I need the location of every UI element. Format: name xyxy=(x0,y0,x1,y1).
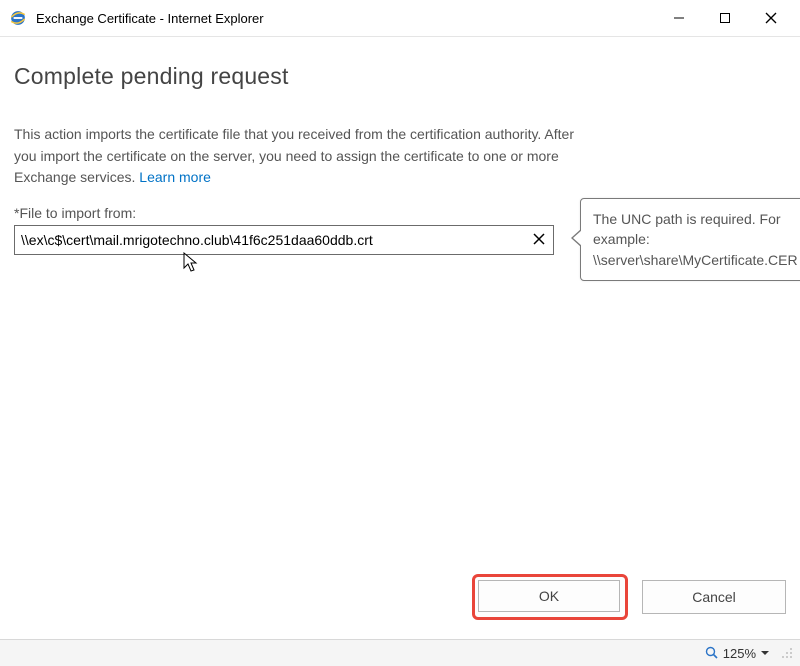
input-clear-icon[interactable] xyxy=(530,230,548,248)
file-import-input[interactable] xyxy=(14,225,554,255)
window-titlebar: Exchange Certificate - Internet Explorer xyxy=(0,0,800,37)
ie-app-icon xyxy=(8,8,28,28)
mouse-cursor-icon xyxy=(183,252,199,279)
zoom-value: 125% xyxy=(723,646,756,661)
instruction-text: This action imports the certificate file… xyxy=(14,124,574,189)
window-maximize-button[interactable] xyxy=(702,3,748,33)
ok-button-highlight: OK xyxy=(472,574,628,620)
window-title: Exchange Certificate - Internet Explorer xyxy=(36,11,656,26)
status-bar: 125% xyxy=(0,639,800,666)
window-minimize-button[interactable] xyxy=(656,3,702,33)
dialog-button-bar: OK Cancel xyxy=(472,574,786,620)
ok-button[interactable]: OK xyxy=(478,580,620,612)
resize-grip-icon[interactable] xyxy=(780,646,794,660)
cancel-button[interactable]: Cancel xyxy=(642,580,786,614)
tooltip-text: The UNC path is required. For example: \… xyxy=(593,211,798,268)
page-heading: Complete pending request xyxy=(14,63,786,90)
window-close-button[interactable] xyxy=(748,3,794,33)
zoom-control[interactable]: 125% xyxy=(705,646,770,661)
instruction-body: This action imports the certificate file… xyxy=(14,126,574,185)
zoom-dropdown-icon[interactable] xyxy=(760,648,770,658)
unc-path-tooltip: The UNC path is required. For example: \… xyxy=(580,198,800,281)
zoom-magnifier-icon xyxy=(705,646,719,660)
learn-more-link[interactable]: Learn more xyxy=(139,169,211,185)
